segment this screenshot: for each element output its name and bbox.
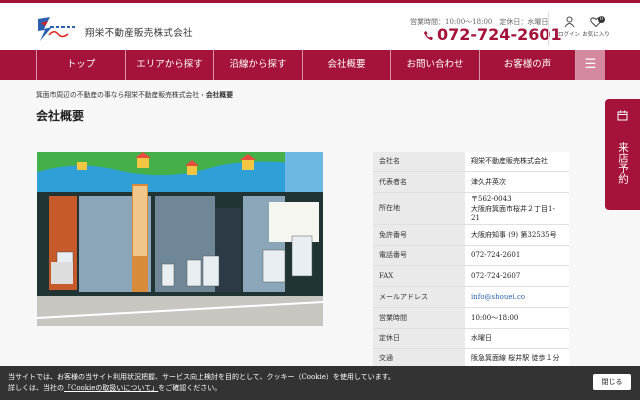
visit-reservation-tab[interactable]: 来店予約 [605,99,640,210]
breadcrumb-home-link[interactable]: 箕面市周辺の不動産の事なら翔栄不動産販売株式会社 [36,91,199,99]
nav-line-search[interactable]: 沿線から探す [213,50,302,80]
main-nav: トップ エリアから探す 沿線から探す 会社概要 お問い合わせ お客様の声 [0,50,640,80]
favorites-count-badge: 0 [598,16,605,23]
info-row: 所在地 〒562-0043 大阪府箕面市桜井２丁目1-21 [373,192,569,225]
header-divider [548,12,549,46]
info-row: 代表者名 津久井英次 [373,171,569,193]
visit-reservation-label: 来店予約 [617,142,629,184]
nav-top[interactable]: トップ [36,50,125,80]
info-key: メールアドレス [373,286,465,308]
breadcrumb-separator: › [201,91,204,99]
info-value: 072-724-2601 [465,245,569,266]
phone-number: 072-724-2601 [437,25,562,44]
info-row: メールアドレス info@shouei.co [373,286,569,308]
phone-icon [423,30,434,41]
login-button[interactable]: ログイン [554,16,584,38]
info-key: 営業時間 [373,307,465,329]
cookie-close-button[interactable]: 閉じる [593,374,631,390]
info-row: 定休日 水曜日 [373,328,569,349]
cookie-policy-link[interactable]: 「Cookieの取扱いについて」 [64,384,158,392]
info-value: 大阪府知事 (9) 第32535号 [465,224,569,246]
info-row: 交通 阪急箕面線 桜井駅 徒歩１分 [373,348,569,369]
info-value: 072-724-2607 [465,265,569,287]
info-row: FAX 072-724-2607 [373,265,569,287]
email-link[interactable]: info@shouei.co [471,293,525,301]
login-label: ログイン [557,32,580,38]
page-title: 会社概要 [36,109,85,123]
info-value: 翔栄不動産販売株式会社 [465,152,569,172]
storefront-photo [37,152,323,326]
info-row: 会社名 翔栄不動産販売株式会社 [373,152,569,172]
nav-area-search[interactable]: エリアから探す [125,50,213,80]
info-row: 営業時間 10:00～18:00 [373,307,569,329]
breadcrumb: 箕面市周辺の不動産の事なら翔栄不動産販売株式会社 › 会社概要 [36,89,233,99]
address: 大阪府箕面市桜井２丁目1-21 [471,205,555,222]
breadcrumb-current: 会社概要 [205,91,234,99]
info-value: info@shouei.co [465,286,569,308]
postal-code: 〒562-0043 [471,195,512,203]
nav-contact[interactable]: お問い合わせ [390,50,479,80]
calendar-icon [617,110,628,121]
info-row: 免許番号 大阪府知事 (9) 第32535号 [373,224,569,246]
info-key: FAX [373,265,465,287]
favorites-button[interactable]: 0 お気に入り [581,16,611,38]
info-key: 電話番号 [373,245,465,266]
cookie-text-line1: 当サイトでは、お客様の当サイト利用状況把握、サービス向上検討を目的として、クッキ… [8,373,395,381]
site-header: 翔栄不動産販売株式会社 営業時間：10:00～18:00 定休日：水曜日 072… [0,3,640,50]
info-row: 電話番号 072-724-2601 [373,245,569,266]
header-phone[interactable]: 072-724-2601 [423,25,562,44]
cookie-text-line2-pre: 詳しくは、当社の [8,384,64,392]
info-key: 所在地 [373,192,465,225]
cookie-banner: 当サイトでは、お客様の当サイト利用状況把握、サービス向上検討を目的として、クッキ… [0,366,640,400]
hamburger-icon: ☰ [584,57,597,72]
info-key: 定休日 [373,328,465,349]
info-key: 免許番号 [373,224,465,246]
info-value: 阪急箕面線 桜井駅 徒歩１分 [465,348,569,369]
info-value: 10:00～18:00 [465,307,569,329]
nav-voice[interactable]: お客様の声 [479,50,576,80]
info-value: 水曜日 [465,328,569,349]
cookie-text-line2-post: をご確認ください。 [158,384,222,392]
logo[interactable] [36,15,82,43]
nav-company[interactable]: 会社概要 [302,50,390,80]
info-key: 交通 [373,348,465,369]
hamburger-menu-button[interactable]: ☰ [576,50,605,80]
info-value: 津久井英次 [465,171,569,193]
user-icon [564,16,574,28]
info-key: 代表者名 [373,171,465,193]
info-key: 会社名 [373,152,465,172]
favorites-label: お気に入り [582,32,610,38]
info-value: 〒562-0043 大阪府箕面市桜井２丁目1-21 [465,192,569,225]
company-info-table: 会社名 翔栄不動産販売株式会社 代表者名 津久井英次 所在地 〒562-0043 大阪府… [373,152,569,369]
company-name: 翔栄不動産販売株式会社 [85,28,193,39]
